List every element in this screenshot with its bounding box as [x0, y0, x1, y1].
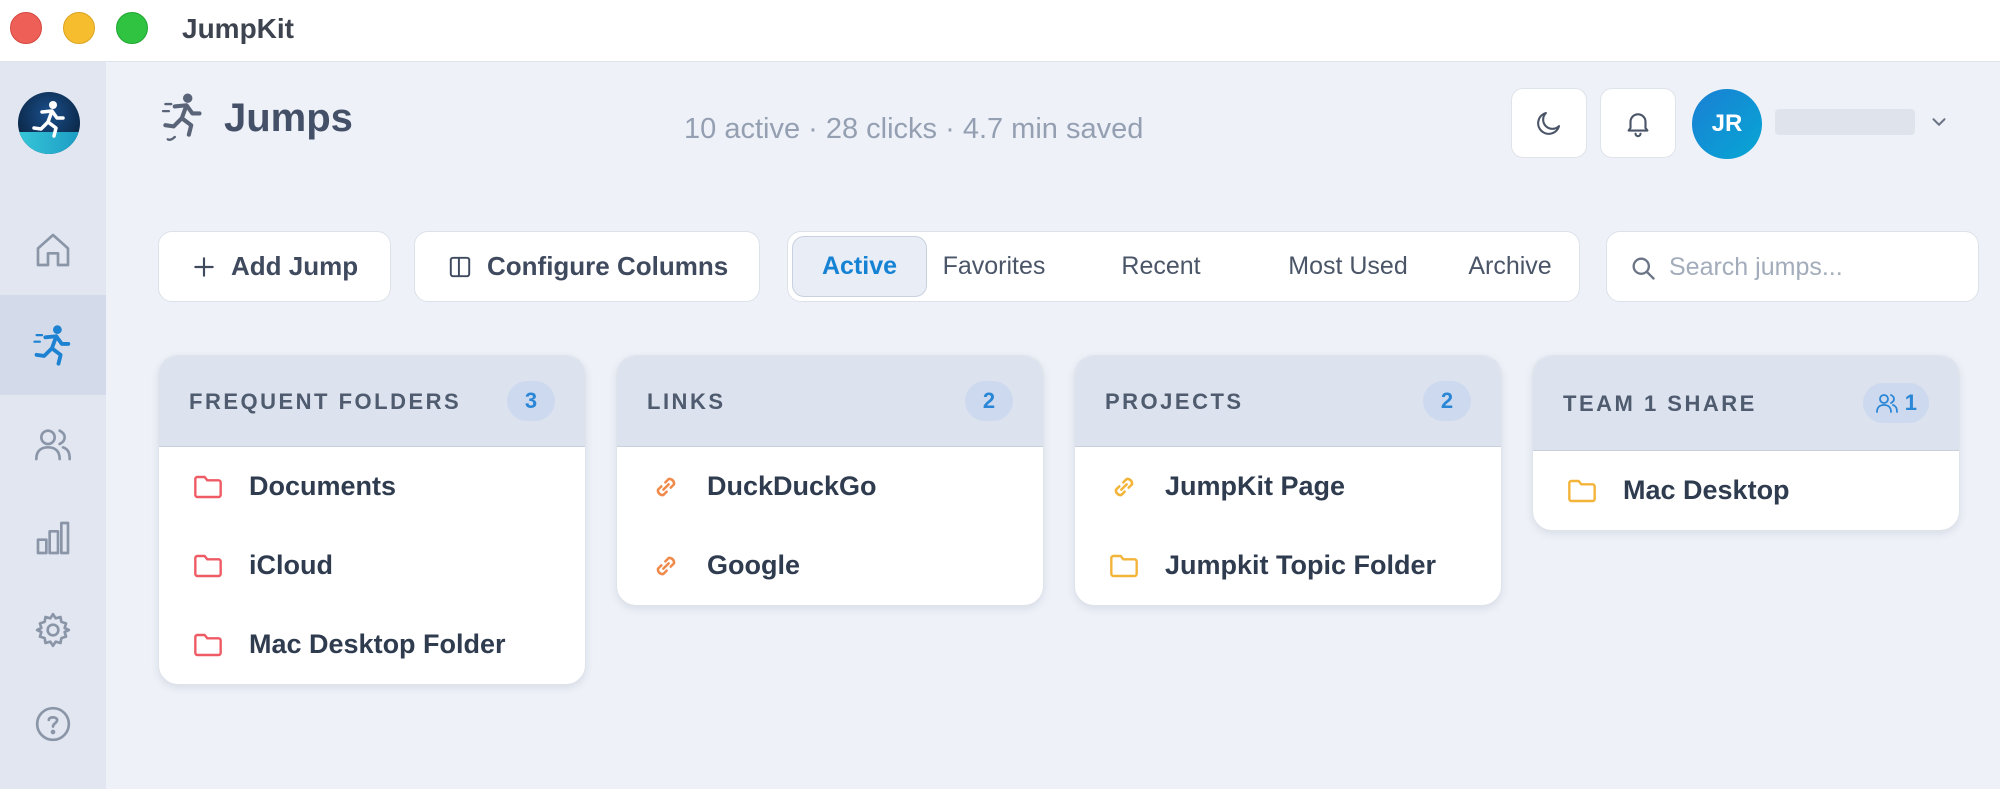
jump-label: iCloud: [249, 550, 333, 580]
bell-icon: [1627, 113, 1649, 138]
count-badge: 2: [1423, 381, 1471, 421]
jump-item[interactable]: JumpKit Page: [1075, 447, 1501, 526]
sidebar-item-home[interactable]: [0, 200, 106, 300]
users-icon: [1875, 394, 1898, 413]
jump-item[interactable]: Google: [617, 526, 1043, 605]
app-logo[interactable]: [18, 92, 80, 154]
jump-item[interactable]: Mac Desktop Folder: [159, 605, 585, 684]
add-jump-button[interactable]: Add Jump: [158, 231, 391, 302]
tab-most-used[interactable]: Most Used: [1268, 236, 1428, 297]
jump-item[interactable]: DuckDuckGo: [617, 447, 1043, 526]
jump-label: Mac Desktop: [1623, 475, 1790, 505]
tab-recent[interactable]: Recent: [1112, 236, 1210, 297]
sidebar-item-jumps[interactable]: [0, 295, 106, 395]
runner-icon: [161, 93, 202, 141]
columns-icon: [449, 256, 471, 277]
add-jump-label: Add Jump: [231, 251, 359, 281]
column-header: LINKS 2: [617, 356, 1043, 447]
count-badge: 1: [1862, 383, 1929, 423]
column-team-share: TEAM 1 SHARE 1 Mac Desktop: [1532, 355, 1960, 531]
window-minimize-button[interactable]: [63, 12, 95, 44]
jump-label: DuckDuckGo: [707, 471, 877, 501]
plus-icon: [194, 256, 214, 277]
link-icon: [656, 477, 676, 496]
configure-columns-button[interactable]: Configure Columns: [414, 231, 760, 302]
jump-item[interactable]: Mac Desktop: [1533, 451, 1959, 530]
home-icon: [36, 233, 70, 267]
column-header: FREQUENT FOLDERS 3: [159, 356, 585, 447]
window-maximize-button[interactable]: [116, 12, 148, 44]
filter-tabs: Active Favorites Recent Most Used Archiv…: [787, 231, 1580, 302]
title-bar: JumpKit: [0, 0, 2000, 62]
jump-label: JumpKit Page: [1165, 471, 1346, 501]
notifications-button[interactable]: [1600, 88, 1676, 158]
jump-label: Jumpkit Topic Folder: [1165, 550, 1437, 580]
jump-label: Mac Desktop Folder: [249, 629, 506, 659]
jump-label: Google: [707, 550, 800, 580]
sidebar-item-settings[interactable]: [0, 580, 106, 680]
column-projects: PROJECTS 2 JumpKit Page Jumpkit Topic Fo…: [1074, 355, 1502, 606]
dark-mode-toggle[interactable]: [1511, 88, 1587, 158]
runner-icon: [33, 325, 71, 366]
sidebar: [0, 62, 106, 789]
count-badge: 2: [965, 381, 1013, 421]
jump-item[interactable]: iCloud: [159, 526, 585, 605]
chevron-down-icon[interactable]: [1928, 111, 1950, 133]
page-title: Jumps: [224, 96, 353, 140]
users-icon: [35, 429, 71, 461]
column-title: TEAM 1 SHARE: [1563, 391, 1757, 416]
folder-icon: [1110, 554, 1138, 577]
column-title: FREQUENT FOLDERS: [189, 389, 462, 414]
folder-icon: [1568, 479, 1596, 502]
tab-archive[interactable]: Archive: [1455, 236, 1565, 297]
sidebar-item-help[interactable]: [0, 674, 106, 774]
moon-icon: [1537, 111, 1561, 135]
tab-favorites[interactable]: Favorites: [938, 236, 1050, 297]
link-icon: [656, 556, 676, 575]
column-header: TEAM 1 SHARE 1: [1533, 356, 1959, 451]
search-box: [1606, 231, 1979, 302]
stats-summary: 10 active · 28 clicks · 4.7 min saved: [684, 113, 1144, 145]
bar-chart-icon: [36, 521, 70, 555]
count-badge: 3: [507, 381, 555, 421]
column-title: PROJECTS: [1105, 389, 1244, 414]
runner-logo-icon: [32, 101, 65, 138]
column-links: LINKS 2 DuckDuckGo Google: [616, 355, 1044, 606]
search-input[interactable]: [1669, 246, 1964, 288]
window-title: JumpKit: [182, 13, 294, 44]
jump-item[interactable]: Jumpkit Topic Folder: [1075, 526, 1501, 605]
help-icon: [35, 706, 71, 742]
folder-icon: [194, 554, 222, 577]
user-name-placeholder[interactable]: [1775, 109, 1915, 135]
column-frequent-folders: FREQUENT FOLDERS 3 Documents iCloud Mac …: [158, 355, 586, 685]
column-title: LINKS: [647, 389, 726, 414]
jump-item[interactable]: Documents: [159, 447, 585, 526]
jump-label: Documents: [249, 471, 397, 501]
gear-icon: [35, 612, 71, 648]
link-icon: [1114, 477, 1134, 496]
tab-active[interactable]: Active: [792, 236, 927, 297]
sidebar-item-analytics[interactable]: [0, 488, 106, 588]
folder-icon: [194, 633, 222, 656]
configure-columns-label: Configure Columns: [487, 251, 729, 281]
sidebar-item-team[interactable]: [0, 394, 106, 494]
user-avatar[interactable]: JR: [1692, 89, 1762, 159]
folder-icon: [194, 475, 222, 498]
search-icon: [1632, 257, 1655, 280]
window-close-button[interactable]: [10, 12, 42, 44]
column-header: PROJECTS 2: [1075, 356, 1501, 447]
